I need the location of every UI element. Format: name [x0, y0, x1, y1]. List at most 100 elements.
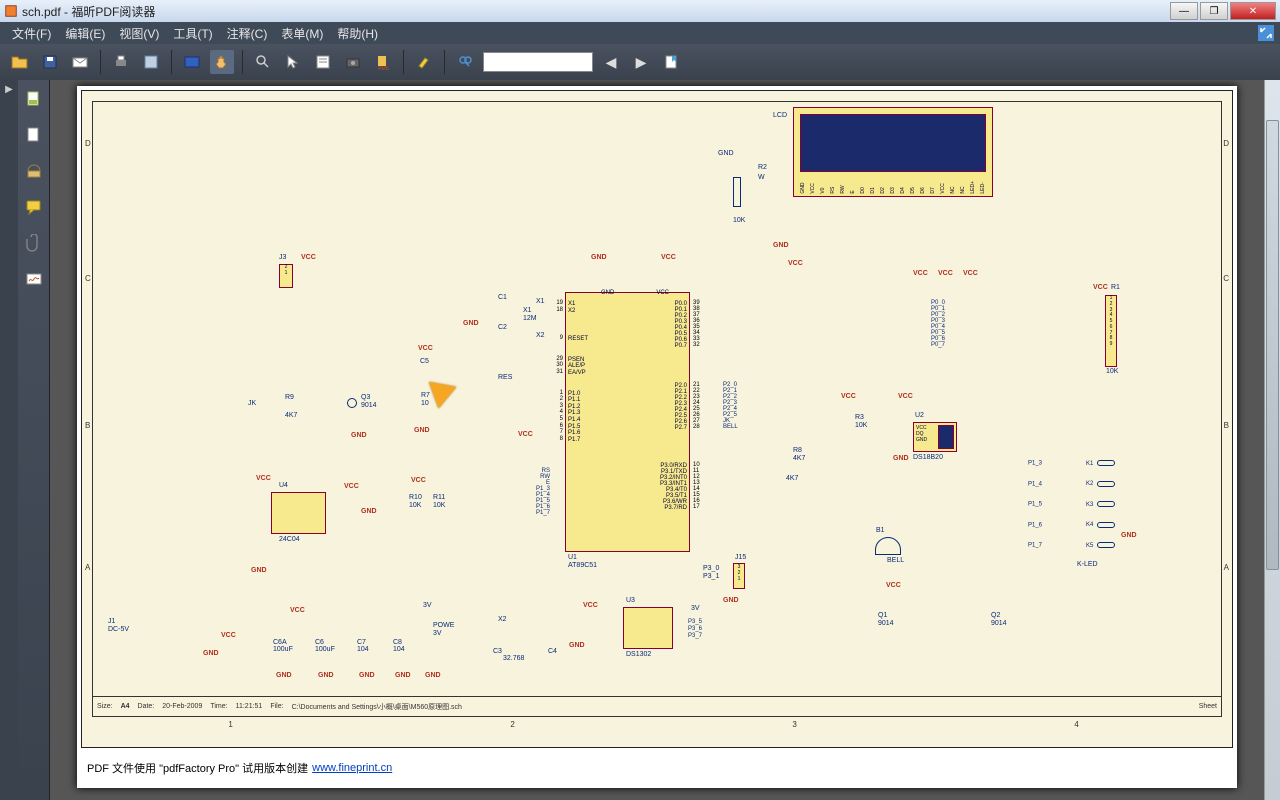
main: ▶ A B C D A B C D 1 2 [0, 80, 1280, 800]
mcu-rm-nums: 2122232425262728 [693, 382, 700, 430]
gnd-c6: GND [318, 672, 334, 679]
r1-ref: R1 [1111, 284, 1120, 291]
expand-icon[interactable] [1258, 25, 1274, 41]
close-button[interactable]: ✕ [1230, 2, 1276, 20]
vcc-r10: VCC [411, 477, 426, 484]
hand-button[interactable] [210, 50, 234, 74]
gnd-c7: GND [359, 672, 375, 679]
mcu-vcc-pin: VCC [656, 290, 669, 296]
menu-edit[interactable]: 编辑(E) [59, 23, 111, 44]
scrollbar-thumb[interactable] [1266, 120, 1279, 570]
j15-nums: 321 [734, 564, 744, 582]
eeprom-ref: U4 [279, 482, 288, 489]
print-button[interactable] [109, 50, 133, 74]
jk-net: JK [248, 400, 256, 407]
svg-text:RMS: RMS [378, 66, 390, 70]
menu-view[interactable]: 视图(V) [113, 23, 165, 44]
menu-comment[interactable]: 注释(C) [221, 23, 274, 44]
u2-ref: U2 [915, 412, 924, 419]
rtc-name: DS1302 [626, 651, 651, 658]
c7-val: 104 [357, 646, 369, 653]
toolbar: RMS ◀ ▶ [0, 44, 1280, 80]
grid-row-c: C [85, 274, 91, 283]
save-button[interactable] [38, 50, 62, 74]
sidebar-layers-button[interactable] [23, 124, 45, 146]
footer-link[interactable]: www.fineprint.cn [312, 762, 392, 774]
tabstrip: ▶ [0, 80, 18, 800]
vcc-j3: VCC [301, 254, 316, 261]
prev-result-button[interactable]: ◀ [599, 50, 623, 74]
r10-ref: R10 [409, 494, 422, 501]
email-button[interactable] [68, 50, 92, 74]
tab-arrow-icon[interactable]: ▶ [5, 84, 13, 95]
q2-ref: Q2 [991, 612, 1000, 619]
next-result-button[interactable]: ▶ [629, 50, 653, 74]
c7-ref: C7 [357, 639, 366, 646]
snapshot-button[interactable] [341, 50, 365, 74]
mcu-right-top-pins: P0.0P0.1P0.2P0.3P0.4P0.5P0.6P0.7 [675, 301, 687, 349]
r2-val: 10K [733, 217, 745, 224]
tb-file: C:\Documents and Settings\小概\桌面\M560原理图.… [292, 702, 462, 712]
mcu-left-nets: RSRWEP1_3P1_4P1_5P1_6P1_7 [508, 468, 550, 516]
fullscreen-button[interactable] [180, 50, 204, 74]
r10-val: 10K [409, 502, 421, 509]
vcc-lcd0: VCC [788, 260, 803, 267]
q3-ref: Q3 [361, 394, 370, 401]
vcc-lcd2: VCC [938, 270, 953, 277]
k4-name: K-LED [1077, 561, 1098, 568]
search-input[interactable] [483, 52, 593, 72]
c6a-val: 100uF [273, 646, 293, 653]
vcc-lcd1: VCC [913, 270, 928, 277]
bookmark-button[interactable] [659, 50, 683, 74]
r9-ref: R9 [285, 394, 294, 401]
rtc-ref: U3 [626, 597, 635, 604]
sidebar-bookmarks-button[interactable] [23, 160, 45, 182]
sidebar-signatures-button[interactable] [23, 268, 45, 290]
vcc-lcd3: VCC [963, 270, 978, 277]
menu-help[interactable]: 帮助(H) [331, 23, 384, 44]
loupe-button[interactable] [251, 50, 275, 74]
b1-ref: B1 [876, 527, 885, 534]
open-button[interactable] [8, 50, 32, 74]
app-icon [4, 4, 18, 18]
j3-ref: J3 [279, 254, 286, 261]
gnd-r2: GND [718, 150, 734, 157]
r8-body: 4K7 [793, 455, 805, 462]
c2-ref: C2 [498, 324, 507, 331]
c3-ref: C3 [493, 648, 502, 655]
tb-sheet: Sheet [1199, 703, 1217, 710]
gnd-ds18: GND [893, 455, 909, 462]
scan-button[interactable] [139, 50, 163, 74]
mcu-name: AT89C51 [568, 562, 597, 569]
maximize-button[interactable]: ❐ [1200, 2, 1228, 20]
select-button[interactable] [281, 50, 305, 74]
lcd-label: LCD [773, 112, 787, 119]
find-button[interactable] [453, 50, 477, 74]
gnd-c6a: GND [276, 672, 292, 679]
minimize-button[interactable]: — [1170, 2, 1198, 20]
menu-file[interactable]: 文件(F) [6, 23, 57, 44]
vertical-scrollbar[interactable] [1264, 80, 1280, 800]
p31-net: P3_1 [703, 573, 719, 580]
vcc-r3: VCC [841, 393, 856, 400]
tb-size-label: Size: [97, 703, 113, 710]
r2-ref: R2 [758, 164, 767, 171]
footer-text: PDF 文件使用 "pdfFactory Pro" 试用版本创建 [87, 760, 308, 776]
gnd-eep2: GND [251, 567, 267, 574]
eeprom-name: 24C04 [279, 536, 300, 543]
sidebar-comments-button[interactable] [23, 196, 45, 218]
document-area[interactable]: A B C D A B C D 1 2 3 4 GNDVCCV0RSRWED0D… [50, 80, 1264, 800]
highlight-button[interactable] [412, 50, 436, 74]
rms-button[interactable]: RMS [371, 50, 395, 74]
gnd-rtc-x: GND [569, 642, 585, 649]
menu-form[interactable]: 表单(M) [275, 23, 329, 44]
sidebar-attachments-button[interactable] [23, 232, 45, 254]
j1-ref: J1 [108, 618, 115, 625]
menu-tools[interactable]: 工具(T) [167, 23, 218, 44]
c6-val: 100uF [315, 646, 335, 653]
x2-pin: X2 [536, 332, 545, 339]
j3-conn: 21 [279, 264, 293, 288]
typewriter-button[interactable] [311, 50, 335, 74]
u2-name: DS18B20 [913, 454, 943, 461]
sidebar-pages-button[interactable] [23, 88, 45, 110]
